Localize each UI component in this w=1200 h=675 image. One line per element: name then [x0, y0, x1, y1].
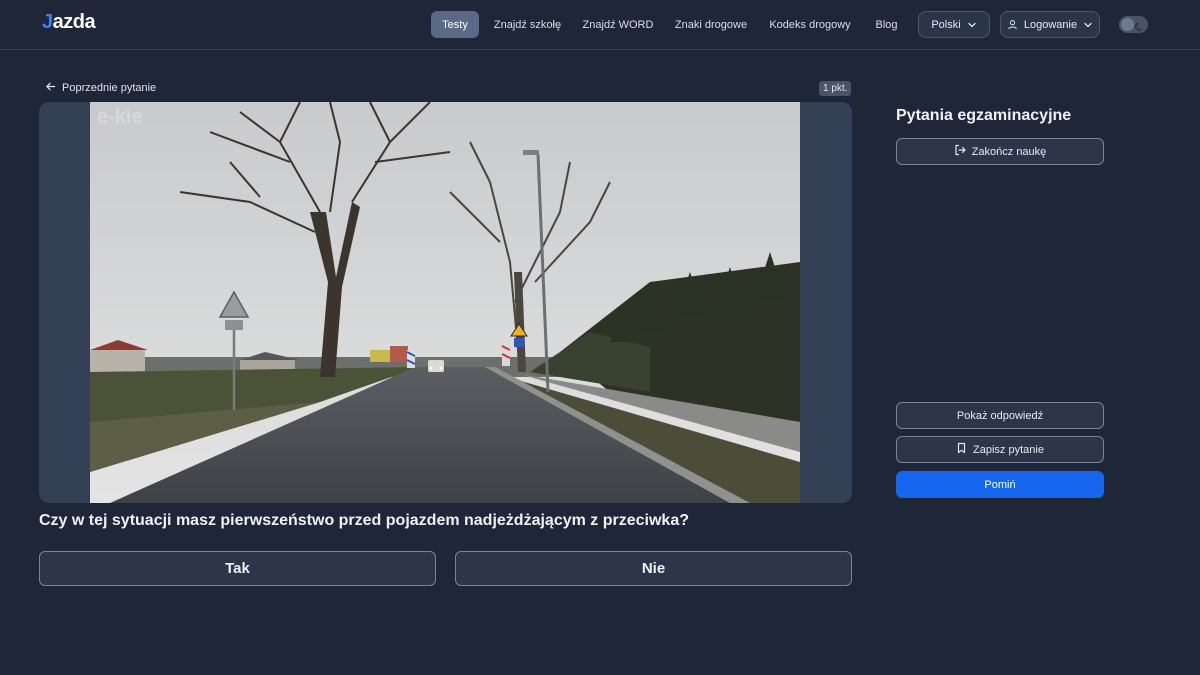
- finish-learning-button[interactable]: Zakończ naukę: [896, 138, 1104, 165]
- nav-link-testy[interactable]: Testy: [431, 11, 479, 38]
- road-scene-image: [90, 102, 800, 503]
- language-select[interactable]: Polski: [918, 11, 990, 38]
- login-label: Logowanie: [1023, 18, 1078, 31]
- login-button[interactable]: Logowanie: [1000, 11, 1100, 38]
- finish-learning-label: Zakończ naukę: [971, 145, 1047, 158]
- nav-link-znajdz-word[interactable]: Znajdź WORD: [580, 11, 656, 38]
- nav-link-blog[interactable]: Blog: [869, 11, 904, 38]
- language-label: Polski: [931, 18, 961, 31]
- bookmark-icon: [956, 442, 967, 457]
- nav-link-znajdz-szkole[interactable]: Znajdź szkołę: [490, 11, 565, 38]
- logo-mark: J: [42, 11, 53, 33]
- arrow-left-icon: [45, 81, 56, 95]
- answer-no-button[interactable]: Nie: [455, 551, 852, 586]
- moon-icon: [1134, 19, 1145, 31]
- previous-question-label: Poprzednie pytanie: [62, 82, 157, 94]
- save-question-button[interactable]: Zapisz pytanie: [896, 436, 1104, 463]
- save-question-label: Zapisz pytanie: [973, 443, 1044, 456]
- chevron-down-icon: [1083, 20, 1093, 30]
- question-text: Czy w tej sytuacji masz pierwszeństwo pr…: [39, 512, 689, 529]
- logout-icon: [954, 144, 966, 159]
- logo-text: azda: [52, 11, 96, 33]
- chevron-down-icon: [967, 20, 977, 30]
- points-badge: 1 pkt.: [819, 81, 852, 96]
- top-navbar: Jazda Testy Znajdź szkołę Znajdź WORD Zn…: [0, 0, 1200, 50]
- jazda-logo[interactable]: Jazda: [42, 11, 96, 34]
- answer-yes-button[interactable]: Tak: [39, 551, 436, 586]
- skip-button[interactable]: Pomiń: [896, 471, 1104, 498]
- user-icon: [1007, 19, 1018, 30]
- question-media-frame: e-kie: [39, 102, 852, 503]
- show-answer-button[interactable]: Pokaż odpowiedź: [896, 402, 1104, 429]
- dark-mode-toggle[interactable]: [1119, 16, 1148, 33]
- panel-title: Pytania egzaminacyjne: [896, 107, 1072, 124]
- previous-question-link[interactable]: Poprzednie pytanie: [45, 80, 156, 96]
- toggle-knob: [1121, 18, 1134, 31]
- nav-link-kodeks-drogowy[interactable]: Kodeks drogowy: [766, 11, 854, 38]
- road-scene-photo: [90, 102, 800, 503]
- nav-link-znaki-drogowe[interactable]: Znaki drogowe: [671, 11, 751, 38]
- watermark-text: e-kie: [97, 106, 143, 128]
